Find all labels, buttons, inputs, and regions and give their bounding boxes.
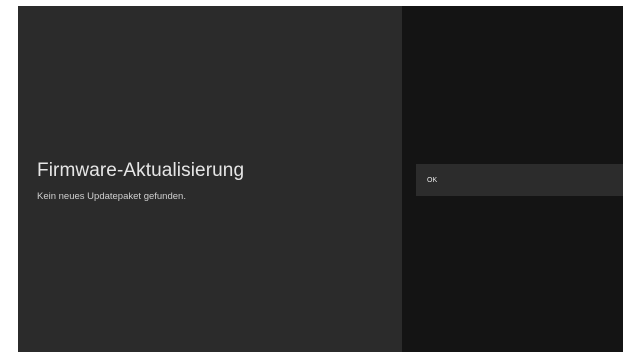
- status-message: Kein neues Updatepaket gefunden.: [37, 191, 186, 202]
- ok-button[interactable]: OK: [416, 164, 623, 196]
- action-panel: OK: [402, 6, 623, 352]
- ok-button-label: OK: [427, 176, 438, 184]
- guidance-text: Firmware-Aktualisierung Kein neues Updat…: [37, 160, 244, 203]
- guidance-panel: Firmware-Aktualisierung Kein neues Updat…: [18, 6, 402, 352]
- firmware-update-screen: Firmware-Aktualisierung Kein neues Updat…: [18, 6, 623, 352]
- page-title: Firmware-Aktualisierung: [37, 160, 245, 181]
